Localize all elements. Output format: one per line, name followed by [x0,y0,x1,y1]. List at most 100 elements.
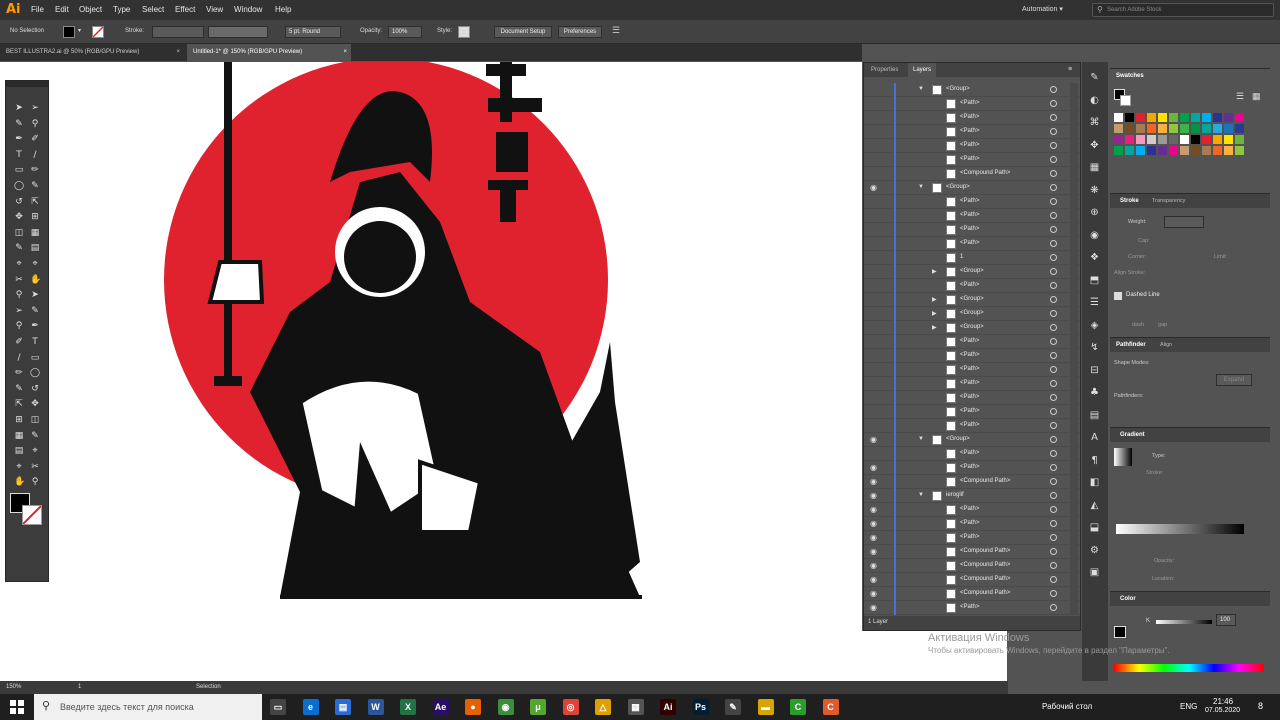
visibility-eye-icon[interactable]: ◉ [870,589,877,598]
layer-row[interactable]: ◉ <Compound Path> [864,573,1080,587]
color-swatch[interactable] [1191,124,1200,133]
list-view-icon[interactable]: ☰ [1236,91,1244,102]
color-swatch[interactable] [1213,135,1222,144]
panel-icon-17[interactable]: A [1089,432,1100,443]
visibility-eye-icon[interactable]: ◉ [870,603,877,612]
color-swatch[interactable] [1169,113,1178,122]
panel-icon-4[interactable]: ✥ [1089,140,1100,151]
layer-row[interactable]: <Path> [864,447,1080,461]
zoom-field[interactable]: 150% [6,684,21,690]
color-swatch[interactable] [1213,124,1222,133]
target-circle-icon[interactable] [1050,142,1057,149]
stroke-swatch[interactable] [92,26,104,38]
layer-row[interactable]: <Path> [864,363,1080,377]
utorrent-icon[interactable]: μ [530,699,546,715]
color-swatch[interactable] [1235,146,1244,155]
close-icon[interactable]: × [176,44,180,61]
tool-21-icon[interactable]: ⌖ [14,259,24,269]
target-circle-icon[interactable] [1050,324,1057,331]
panel-icon-14[interactable]: ⊟ [1089,365,1100,376]
tool-2-icon[interactable]: ➢ [30,103,40,113]
edge-icon[interactable]: e [302,699,319,715]
color-swatch[interactable] [1202,124,1211,133]
fill-swatch[interactable] [63,26,75,38]
target-circle-icon[interactable] [1050,422,1057,429]
word-icon[interactable]: W [367,699,384,715]
explorer-icon[interactable]: ▬ [757,699,774,715]
layer-row[interactable]: ▶ <Group> [864,265,1080,279]
photoshop-icon[interactable]: Ps [692,699,709,715]
visibility-eye-icon[interactable]: ◉ [870,561,877,570]
tool-25-icon[interactable]: ⚲ [14,290,24,300]
panel-icon-19[interactable]: ◧ [1089,477,1100,488]
color-spectrum[interactable] [1114,664,1264,672]
layer-row[interactable]: <Path> [864,139,1080,153]
tool-27-icon[interactable]: ➢ [14,306,24,316]
tool-37-icon[interactable]: ✎ [14,384,24,394]
toolbar-handle[interactable] [6,81,48,87]
layer-row[interactable]: <Path> [864,97,1080,111]
brush-field[interactable]: 5 pt. Round [285,26,341,38]
layer-row[interactable]: ◉ <Compound Path> [864,475,1080,489]
color-swatch[interactable] [1114,113,1123,122]
visibility-eye-icon[interactable]: ◉ [870,505,877,514]
layer-row[interactable]: ◉ <Compound Path> [864,587,1080,601]
color-swatch[interactable] [1136,124,1145,133]
target-circle-icon[interactable] [1050,114,1057,121]
tool-10-icon[interactable]: ✏ [30,165,40,175]
panel-icon-8[interactable]: ◉ [1089,230,1100,241]
stroke-title[interactable]: Stroke [1120,198,1139,204]
menu-effect[interactable]: Effect [175,5,195,14]
target-circle-icon[interactable] [1050,156,1057,163]
color-swatch[interactable] [1136,113,1145,122]
target-circle-icon[interactable] [1050,198,1057,205]
color-swatch[interactable] [1125,135,1134,144]
target-circle-icon[interactable] [1050,394,1057,401]
tool-11-icon[interactable]: ◯ [14,181,24,191]
color-swatch[interactable] [1136,135,1145,144]
desktop-label[interactable]: Рабочий стол [1042,702,1092,711]
layer-row[interactable]: <Path> [864,195,1080,209]
color-swatch[interactable] [1202,146,1211,155]
color-swatch[interactable] [1169,146,1178,155]
tool-13-icon[interactable]: ↺ [14,197,24,207]
illustrator-icon[interactable]: Ai [660,699,676,715]
layer-row[interactable]: <Path> [864,237,1080,251]
layer-row[interactable]: ◉ <Path> [864,517,1080,531]
tab-properties[interactable]: Properties [866,63,903,77]
tool-29-icon[interactable]: ⚲ [14,321,24,331]
target-circle-icon[interactable] [1050,226,1057,233]
tool-12-icon[interactable]: ✎ [30,181,40,191]
color-swatch[interactable] [1191,146,1200,155]
expand-icon[interactable]: ▶ [932,310,937,317]
app-icon[interactable]: ◉ [497,699,514,715]
camtasia-icon[interactable]: C [790,699,806,715]
target-circle-icon[interactable] [1050,240,1057,247]
windows-start-icon[interactable] [10,700,24,714]
collapse-icon[interactable]: ▼ [918,436,924,442]
target-circle-icon[interactable] [1050,86,1057,93]
color-swatch[interactable] [1180,124,1189,133]
target-circle-icon[interactable] [1050,170,1057,177]
color-swatch[interactable] [1180,135,1189,144]
stroke-color-box[interactable] [22,505,42,525]
color-swatch[interactable] [1213,113,1222,122]
tab-align[interactable]: Align [1160,342,1172,348]
color-swatch[interactable] [1235,113,1244,122]
color-swatch[interactable] [1125,124,1134,133]
target-circle-icon[interactable] [1050,212,1057,219]
menu-type[interactable]: Type [113,5,130,14]
target-circle-icon[interactable] [1050,100,1057,107]
panel-icon-12[interactable]: ◈ [1089,320,1100,331]
color-swatch[interactable] [1224,124,1233,133]
tool-31-icon[interactable]: ✐ [14,337,24,347]
color-swatch[interactable] [1158,113,1167,122]
pathfinder-title[interactable]: Pathfinder [1116,342,1146,348]
layer-row[interactable]: ◉ <Path> [864,503,1080,517]
layer-row[interactable]: ▶ <Group> [864,321,1080,335]
tool-38-icon[interactable]: ↺ [30,384,40,394]
menu-window[interactable]: Window [234,5,262,14]
menu-help[interactable]: Help [275,5,291,14]
stroke-weight-field[interactable] [152,26,204,38]
visibility-eye-icon[interactable]: ◉ [870,463,877,472]
